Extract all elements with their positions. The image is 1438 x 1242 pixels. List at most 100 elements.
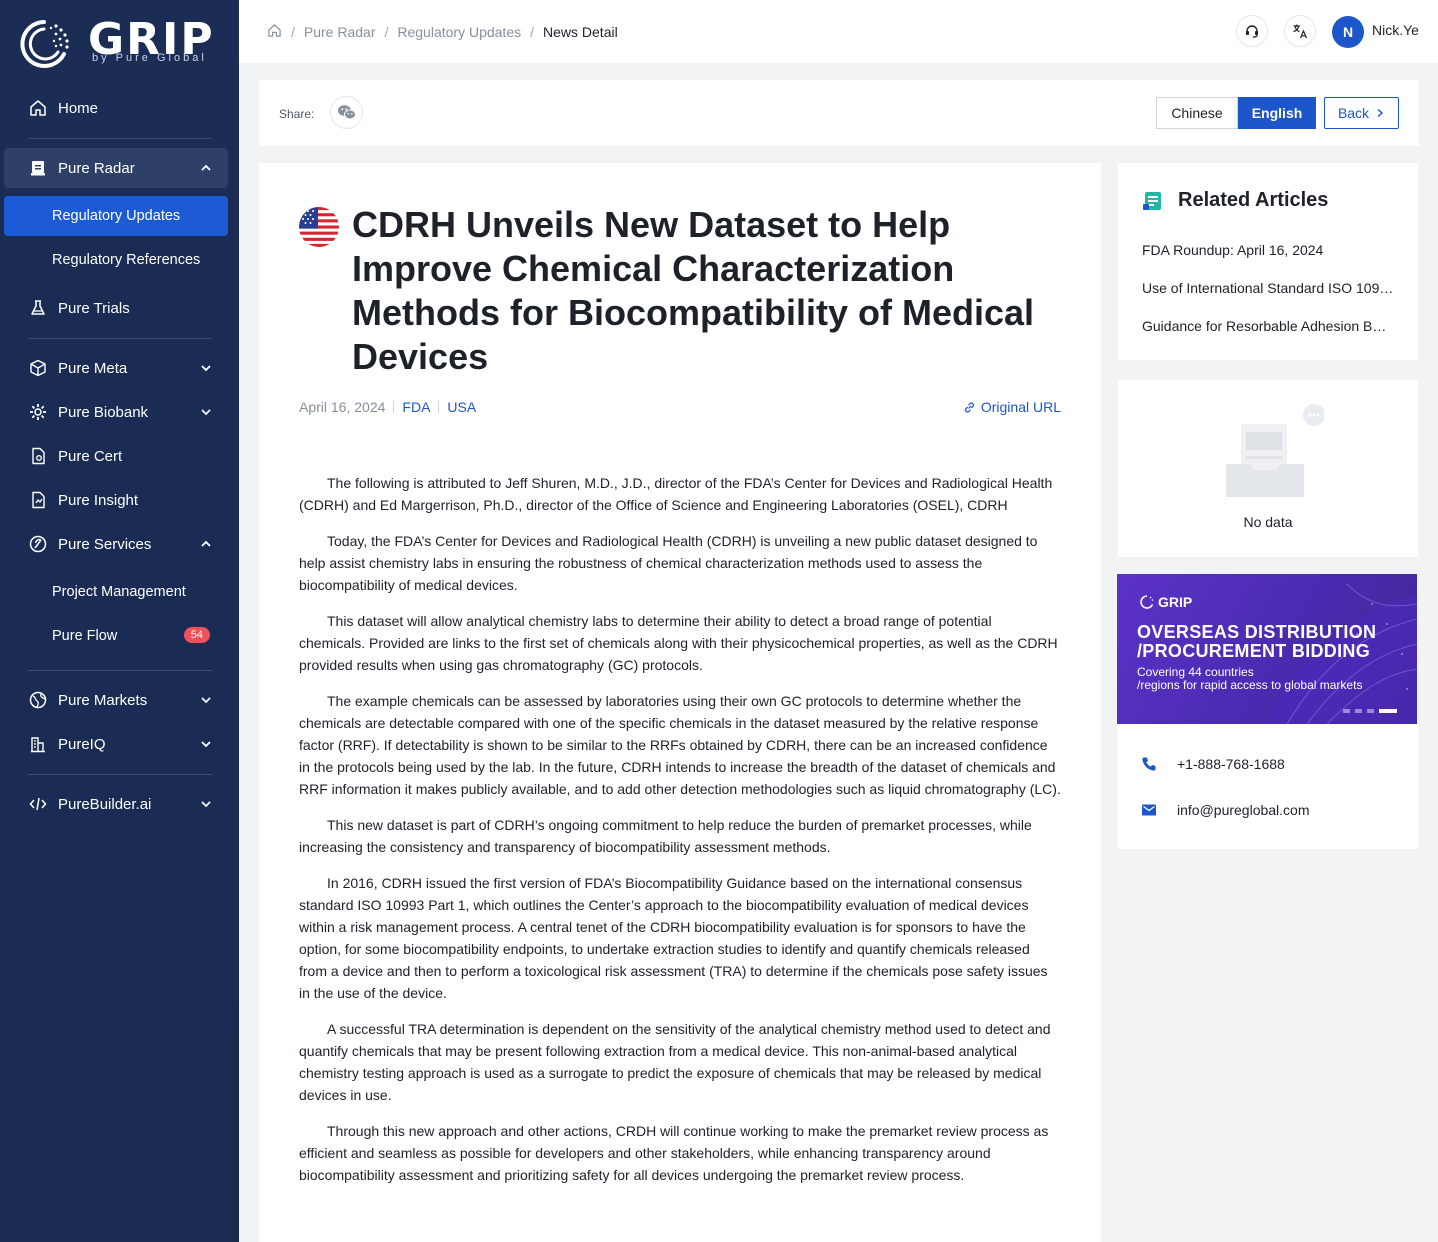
sidebar-item-label: Pure Radar <box>58 159 135 177</box>
brand-logo[interactable]: GRIP by Pure Global <box>14 14 226 72</box>
article-paragraph: Today, the FDA’s Center for Devices and … <box>299 533 1038 593</box>
cube-icon <box>28 358 48 378</box>
related-title: Related Articles <box>1178 189 1329 211</box>
lang-chinese-button[interactable]: Chinese <box>1156 97 1238 129</box>
article-card: CDRH Unveils New Dataset to Help Improve… <box>259 163 1101 1242</box>
article-paragraph: This new dataset is part of CDRH’s ongoi… <box>299 817 1032 855</box>
sidebar-item-pureiq[interactable]: PureIQ <box>4 724 228 764</box>
sidebar-item-label: Pure Flow <box>52 628 118 644</box>
support-button[interactable] <box>1236 15 1268 47</box>
translate-icon <box>1293 24 1308 39</box>
sidebar-item-label: Pure Cert <box>58 447 123 465</box>
article-date: April 16, 2024 <box>299 399 386 415</box>
top-bar: / Pure Radar / Regulatory Updates / News… <box>239 0 1438 63</box>
sidebar-item-pure-insight[interactable]: Pure Insight <box>4 480 228 520</box>
headset-icon <box>1246 25 1258 38</box>
gear-icon <box>28 402 48 422</box>
related-heading: Related Articles <box>1142 189 1328 212</box>
sidebar-item-purebuilder[interactable]: PureBuilder.ai <box>4 784 228 824</box>
article-body: The following is attributed to Jeff Shur… <box>299 472 1061 1200</box>
article-paragraph: The following is attributed to Jeff Shur… <box>299 475 1053 513</box>
carousel-dot[interactable] <box>1355 709 1362 713</box>
carousel-dot-active[interactable] <box>1379 709 1397 713</box>
wechat-share-button[interactable] <box>330 96 363 129</box>
sidebar-item-label: Regulatory Updates <box>52 208 181 224</box>
sidebar-item-label: Pure Markets <box>58 691 148 709</box>
chevron-down-icon <box>201 365 211 372</box>
email-address: info@pureglobal.com <box>1177 802 1310 818</box>
related-article-link[interactable]: FDA Roundup: April 16, 2024 <box>1142 242 1394 258</box>
breadcrumb-separator: / <box>384 24 389 40</box>
banner-heading: OVERSEAS DISTRIBUTION /PROCUREMENT BIDDI… <box>1137 623 1376 661</box>
sidebar-item-pure-radar[interactable]: Pure Radar <box>4 148 228 188</box>
logo-mark-icon <box>20 20 69 68</box>
related-articles-panel: Related Articles FDA Roundup: April 16, … <box>1118 163 1418 360</box>
breadcrumb-item[interactable]: Pure Radar <box>304 24 376 40</box>
promo-banner[interactable]: GRIP OVERSEAS DISTRIBUTION /PROCUREMENT … <box>1117 574 1417 724</box>
share-label: Share: <box>279 107 315 121</box>
sidebar-item-regulatory-references[interactable]: Regulatory References <box>4 240 228 280</box>
contact-panel: +1-888-768-1688 info@pureglobal.com <box>1117 724 1419 849</box>
phone-number: +1-888-768-1688 <box>1177 756 1285 772</box>
sidebar-item-label: Pure Services <box>58 535 152 553</box>
banner-subtitle-line: /regions for rapid access to global mark… <box>1137 678 1363 692</box>
banner-logo-text: GRIP <box>1158 594 1193 610</box>
article-paragraph: In 2016, CDRH issued the first version o… <box>299 875 1048 1001</box>
banner-logo: GRIP <box>1139 594 1192 610</box>
sidebar-item-pure-cert[interactable]: Pure Cert <box>4 436 228 476</box>
home-icon[interactable] <box>267 23 282 41</box>
sidebar-item-pure-trials[interactable]: Pure Trials <box>4 288 228 328</box>
sidebar-item-regulatory-updates[interactable]: Regulatory Updates <box>4 196 228 236</box>
article-paragraph: The example chemicals can be assessed by… <box>299 693 1061 797</box>
sidebar-item-label: Pure Insight <box>58 491 139 509</box>
sidebar-item-pure-meta[interactable]: Pure Meta <box>4 348 228 388</box>
back-label: Back <box>1337 105 1370 121</box>
translate-button[interactable] <box>1284 15 1316 47</box>
flask-icon <box>28 298 48 318</box>
original-url-link[interactable]: Original URL <box>963 399 1061 415</box>
sidebar-item-pure-flow[interactable]: Pure Flow 54 <box>4 616 228 656</box>
sidebar-item-label: PureIQ <box>58 735 106 753</box>
sidebar-item-pure-services[interactable]: Pure Services <box>4 524 228 564</box>
sidebar-item-label: Home <box>58 99 99 117</box>
chevron-down-icon <box>201 801 211 808</box>
related-article-link[interactable]: Use of International Standard ISO 10993-… <box>1142 280 1394 296</box>
sidebar-item-pure-biobank[interactable]: Pure Biobank <box>4 392 228 432</box>
chevron-right-icon <box>1377 108 1384 118</box>
back-button[interactable]: Back <box>1324 97 1399 129</box>
divider <box>438 401 440 413</box>
sidebar-item-home[interactable]: Home <box>4 88 228 128</box>
email-contact[interactable]: info@pureglobal.com <box>1141 802 1310 818</box>
home-icon <box>28 98 48 118</box>
lang-english-button[interactable]: English <box>1238 97 1316 129</box>
article-paragraph: Through this new approach and other acti… <box>299 1123 1049 1183</box>
sidebar-item-label: Pure Meta <box>58 359 128 377</box>
avatar[interactable]: N <box>1332 16 1364 48</box>
radar-icon <box>28 158 48 178</box>
region-tag[interactable]: USA <box>447 399 476 415</box>
divider <box>28 138 212 139</box>
chevron-down-icon <box>201 697 211 704</box>
breadcrumb-separator: / <box>530 24 535 40</box>
related-article-link[interactable]: Guidance for Resorbable Adhesion Barrier… <box>1142 318 1394 334</box>
chevron-down-icon <box>201 741 211 748</box>
sidebar-item-pure-markets[interactable]: Pure Markets <box>4 680 228 720</box>
divider <box>28 338 212 339</box>
phone-contact[interactable]: +1-888-768-1688 <box>1141 756 1285 772</box>
sidebar-item-project-management[interactable]: Project Management <box>4 572 228 612</box>
original-url-label: Original URL <box>980 399 1061 415</box>
wechat-icon <box>337 105 356 120</box>
building-chart-icon <box>28 734 48 754</box>
us-flag-icon <box>299 207 339 247</box>
article-meta: April 16, 2024 FDA USA <box>299 399 476 415</box>
user-name[interactable]: Nick.Ye <box>1372 22 1419 38</box>
sidebar-item-label: Project Management <box>52 584 186 600</box>
globe-icon <box>28 690 48 710</box>
services-icon <box>28 534 48 554</box>
share-toolbar: Share: Chinese English Back <box>259 80 1419 146</box>
carousel-dot[interactable] <box>1367 709 1374 713</box>
chevron-up-icon <box>201 164 211 171</box>
carousel-dot[interactable] <box>1343 709 1350 713</box>
breadcrumb-item[interactable]: Regulatory Updates <box>397 24 521 40</box>
source-tag[interactable]: FDA <box>402 399 430 415</box>
